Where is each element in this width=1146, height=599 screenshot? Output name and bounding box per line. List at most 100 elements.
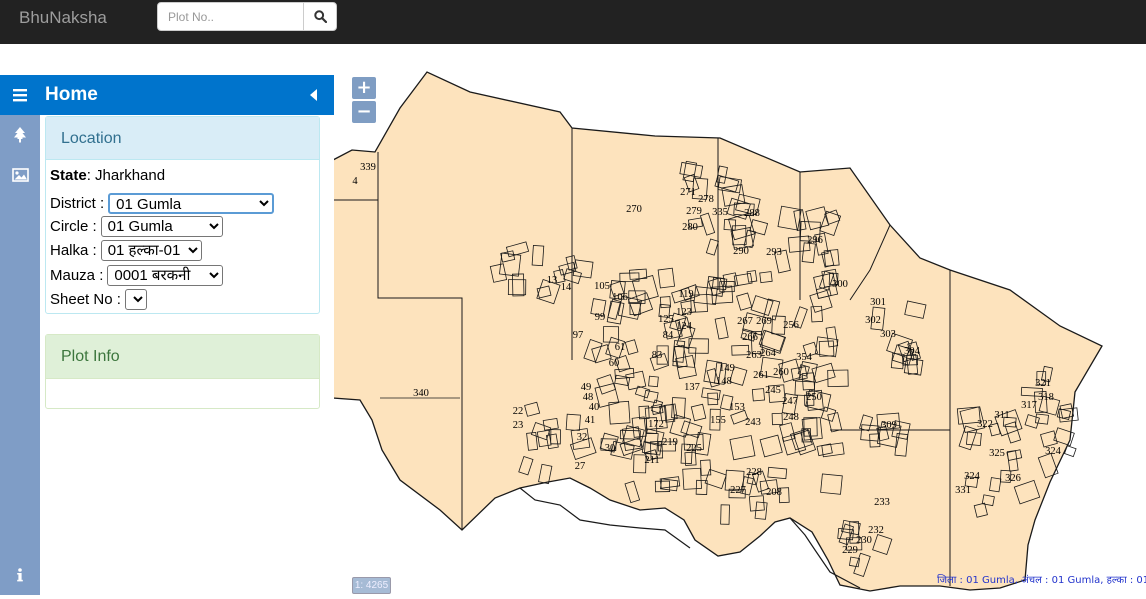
plot-label[interactable]: 261	[753, 370, 769, 381]
plot-label[interactable]: 302	[865, 315, 881, 326]
sidebar-tab-images[interactable]	[10, 165, 30, 185]
plot-label[interactable]: 279	[686, 206, 702, 217]
plot-label[interactable]: 41	[585, 415, 596, 426]
plot-label[interactable]: 32	[577, 432, 588, 443]
plot-label[interactable]: 266	[742, 332, 758, 343]
plot-label[interactable]: 300	[832, 279, 848, 290]
district-select[interactable]: 01 Gumla	[108, 193, 275, 214]
plot-label[interactable]: 40	[589, 402, 600, 413]
plot-label[interactable]: 124	[676, 321, 693, 332]
plot-label[interactable]: 4	[352, 176, 358, 187]
brand-logo-text[interactable]: BhuNaksha	[19, 8, 107, 28]
menu-icon[interactable]	[11, 86, 29, 104]
plot-label[interactable]: 304	[904, 346, 921, 357]
plot-label[interactable]: 280	[682, 222, 698, 233]
plot-label[interactable]: 248	[783, 412, 799, 423]
plot-label[interactable]: 322	[977, 419, 993, 430]
mauza-select[interactable]: 0001 बरकनी	[107, 265, 224, 286]
plot-label[interactable]: 270	[626, 204, 642, 215]
plot-label[interactable]: 335	[712, 207, 728, 218]
image-icon	[11, 168, 29, 182]
plot-label[interactable]: 318	[1038, 392, 1054, 403]
plot-label[interactable]: 13	[547, 275, 558, 286]
plot-label[interactable]: 137	[684, 382, 700, 393]
mauza-row: Mauza : 0001 बरकनी	[50, 265, 224, 286]
plot-label[interactable]: 172	[648, 419, 664, 430]
plot-label[interactable]: 27	[575, 461, 586, 472]
plot-label[interactable]: 264	[760, 348, 777, 359]
plot-label[interactable]: 125	[658, 314, 674, 325]
plot-label[interactable]: 229	[842, 545, 858, 556]
plot-label[interactable]: 148	[716, 376, 732, 387]
plot-label[interactable]: 247	[782, 396, 798, 407]
search-button[interactable]	[303, 2, 337, 31]
plot-label[interactable]: 324	[1045, 446, 1062, 457]
plot-label[interactable]: 331	[955, 485, 971, 496]
plot-label[interactable]: 233	[874, 497, 890, 508]
plot-label[interactable]: 119	[678, 289, 693, 300]
plot-label[interactable]: 317	[1021, 400, 1037, 411]
plot-label[interactable]: 227	[730, 485, 746, 496]
plot-label[interactable]: 123	[676, 307, 692, 318]
plot-label[interactable]: 256	[783, 320, 799, 331]
plot-label[interactable]: 245	[765, 385, 781, 396]
plot-label[interactable]: 326	[1005, 473, 1021, 484]
plot-label[interactable]: 84	[663, 330, 674, 341]
plot-label[interactable]: 99	[595, 312, 606, 323]
sidebar-tab-layers[interactable]	[10, 125, 30, 145]
plot-label[interactable]: 106	[612, 292, 628, 303]
plot-label[interactable]: 14	[561, 282, 572, 293]
plot-label[interactable]: 288	[744, 208, 760, 219]
plot-label[interactable]: 269	[756, 316, 772, 327]
plot-label[interactable]: 83	[652, 350, 663, 361]
plot-label[interactable]: 250	[806, 392, 822, 403]
circle-select[interactable]: 01 Gumla	[100, 216, 223, 237]
sidebar-tab-info[interactable]	[10, 565, 30, 585]
plot-label[interactable]: 293	[766, 247, 782, 258]
plot-label[interactable]: 97	[573, 330, 584, 341]
plot-label[interactable]: 311	[994, 410, 1009, 421]
plot-label[interactable]: 208	[766, 487, 782, 498]
plot-search-input[interactable]	[157, 2, 304, 31]
plot-label[interactable]: 296	[807, 235, 823, 246]
plot-label[interactable]: 271	[680, 187, 696, 198]
plot-label[interactable]: 278	[698, 194, 714, 205]
plot-label[interactable]: 22	[513, 406, 524, 417]
halka-row: Halka : 01 हल्का-01	[50, 240, 202, 261]
plot-label[interactable]: 225	[686, 443, 702, 454]
plot-label[interactable]: 60	[609, 358, 620, 369]
plot-label[interactable]: 290	[733, 246, 749, 257]
district-label: District :	[50, 195, 105, 212]
sidebar-home-header: Home	[0, 75, 334, 115]
halka-select[interactable]: 01 हल्का-01	[100, 240, 202, 261]
plot-label[interactable]: 30	[605, 443, 616, 454]
plot-label[interactable]: 321	[1035, 378, 1051, 389]
plot-label[interactable]: 339	[360, 162, 376, 173]
plot-label[interactable]: 105	[594, 281, 610, 292]
plot-label[interactable]: 228	[746, 467, 762, 478]
plot-label[interactable]: 149	[719, 363, 735, 374]
plot-label[interactable]: 219	[662, 437, 678, 448]
plot-label[interactable]: 243	[745, 417, 761, 428]
plot-label[interactable]: 230	[856, 535, 872, 546]
plot-label[interactable]: 324	[964, 471, 981, 482]
collapse-left-icon[interactable]	[306, 87, 322, 103]
sheet-select[interactable]	[124, 289, 147, 310]
circle-row: Circle : 01 Gumla	[50, 216, 223, 237]
plot-label[interactable]: 61	[615, 342, 626, 353]
plot-label[interactable]: 211	[644, 455, 659, 466]
zoom-in-button[interactable]: +	[352, 77, 376, 99]
plot-label[interactable]: 340	[413, 388, 429, 399]
plot-label[interactable]: 354	[796, 352, 813, 363]
plot-label[interactable]: 301	[870, 297, 886, 308]
plot-label[interactable]: 303	[880, 329, 896, 340]
plot-label[interactable]: 260	[773, 367, 789, 378]
plot-label[interactable]: 23	[513, 420, 524, 431]
zoom-out-button[interactable]: −	[352, 101, 376, 123]
plot-label[interactable]: 309	[881, 420, 897, 431]
sheet-row: Sheet No :	[50, 289, 147, 310]
plot-label[interactable]: 153	[729, 402, 745, 413]
plot-label[interactable]: 325	[989, 448, 1005, 459]
plot-label[interactable]: 267	[737, 316, 753, 327]
plot-label[interactable]: 155	[710, 415, 726, 426]
